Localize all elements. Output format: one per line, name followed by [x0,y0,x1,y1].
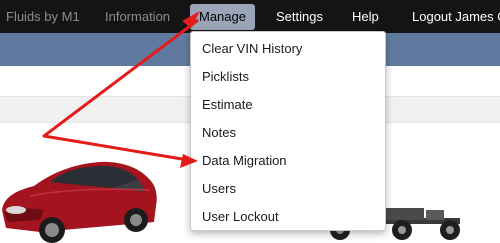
nav-settings[interactable]: Settings [276,0,323,33]
manage-dropdown-menu: Clear VIN History Picklists Estimate Not… [190,31,386,231]
nav-information[interactable]: Information [105,0,170,33]
nav-logout[interactable]: Logout James O [412,0,500,33]
menu-item-user-lockout[interactable]: User Lockout [202,205,279,229]
menu-item-estimate[interactable]: Estimate [202,93,253,117]
menu-item-users[interactable]: Users [202,177,236,201]
menu-item-notes[interactable]: Notes [202,121,236,145]
nav-manage[interactable]: Manage [190,4,255,30]
top-navigation-bar: Fluids by M1 Information Manage Settings… [0,0,500,33]
menu-item-data-migration[interactable]: Data Migration [202,149,287,173]
red-sedan-image [2,161,157,243]
menu-item-picklists[interactable]: Picklists [202,65,249,89]
nav-help[interactable]: Help [352,0,379,33]
menu-item-clear-vin-history[interactable]: Clear VIN History [202,37,302,61]
nav-brand[interactable]: Fluids by M1 [6,0,80,33]
